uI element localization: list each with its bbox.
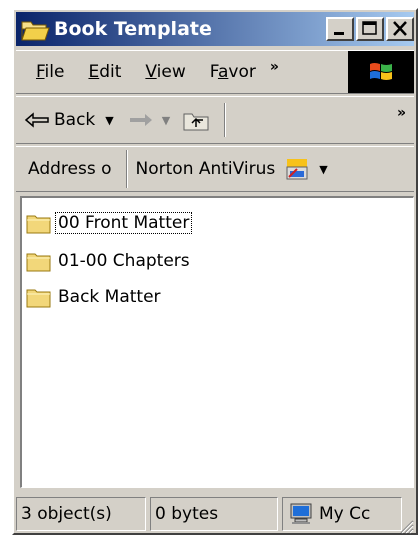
- maximize-icon: [362, 21, 377, 35]
- resize-grip-icon[interactable]: [396, 516, 414, 534]
- back-button[interactable]: Back ▼: [24, 110, 114, 130]
- back-dropdown-icon[interactable]: ▼: [105, 114, 113, 127]
- menu-favorites-rest: vor: [228, 62, 256, 82]
- menu-file-rest: ile: [44, 62, 65, 82]
- standard-toolbar: Back ▼ ▼ »: [16, 96, 414, 144]
- status-object-count: 3 object(s): [16, 497, 146, 531]
- status-zone-text: My Cc: [319, 504, 371, 524]
- status-size-text: 0 bytes: [155, 504, 219, 524]
- address-separator: [125, 150, 128, 188]
- folder-icon: [26, 253, 51, 272]
- address-label-text: Address o: [28, 159, 112, 179]
- menu-favorites-pre: F: [209, 62, 218, 82]
- close-button[interactable]: [386, 17, 414, 41]
- menu-file[interactable]: File: [16, 62, 76, 82]
- toolbar-overflow-chevron[interactable]: »: [397, 105, 406, 121]
- menu-edit-rest: dit: [99, 62, 122, 82]
- windows-logo: [348, 51, 414, 93]
- forward-dropdown-icon[interactable]: ▼: [162, 114, 170, 127]
- menu-favorites[interactable]: Favor: [198, 62, 268, 82]
- norton-dropdown-icon[interactable]: ▼: [319, 163, 327, 176]
- folder-open-icon: [21, 21, 50, 41]
- norton-antivirus-label[interactable]: Norton AntiVirus: [136, 159, 276, 179]
- status-zone: My Cc: [282, 497, 402, 531]
- minimize-icon: [334, 32, 344, 35]
- menu-edit-key: E: [88, 62, 100, 82]
- menu-file-key: F: [36, 62, 45, 82]
- list-item[interactable]: Back Matter: [26, 286, 163, 308]
- close-icon: [393, 21, 407, 36]
- file-name: 01-00 Chapters: [58, 251, 190, 271]
- toolbar-separator: [224, 103, 227, 137]
- norton-scan-icon[interactable]: [285, 157, 309, 181]
- status-object-count-text: 3 object(s): [21, 504, 112, 524]
- forward-arrow-icon[interactable]: [128, 111, 154, 129]
- menu-overflow-chevron[interactable]: »: [270, 59, 279, 75]
- back-arrow-icon: [24, 112, 49, 128]
- folder-icon: [26, 289, 51, 308]
- menu-favorites-key: a: [217, 62, 229, 82]
- list-item[interactable]: 00 Front Matter: [26, 212, 193, 234]
- minimize-button[interactable]: [326, 17, 354, 41]
- back-label: Back: [54, 110, 96, 130]
- status-size: 0 bytes: [150, 497, 278, 531]
- windows-flag-icon: [370, 63, 392, 80]
- explorer-window: Book Template File Edit View Favor » Bac…: [12, 8, 418, 535]
- list-item[interactable]: 01-00 Chapters: [26, 250, 192, 272]
- file-name: 00 Front Matter: [54, 212, 193, 234]
- window-title: Book Template: [54, 18, 212, 40]
- file-list-pane[interactable]: 00 Front Matter 01-00 Chapters Back Matt…: [20, 196, 414, 488]
- file-name: Back Matter: [58, 287, 161, 307]
- menu-edit[interactable]: Edit: [76, 62, 133, 82]
- folder-icon: [26, 215, 51, 234]
- address-label[interactable]: Address o: [28, 159, 112, 179]
- menu-view[interactable]: View: [133, 62, 197, 82]
- menu-bar: File Edit View Favor »: [16, 50, 414, 94]
- maximize-button[interactable]: [356, 17, 384, 41]
- computer-icon: [290, 503, 312, 524]
- status-bar: 3 object(s) 0 bytes My Cc: [16, 494, 414, 534]
- menu-view-rest: iew: [156, 62, 186, 82]
- folder-up-icon[interactable]: [182, 108, 210, 132]
- menu-view-key: V: [145, 62, 157, 82]
- address-bar: Address o Norton AntiVirus ▼: [16, 146, 414, 192]
- title-bar[interactable]: Book Template: [16, 12, 414, 46]
